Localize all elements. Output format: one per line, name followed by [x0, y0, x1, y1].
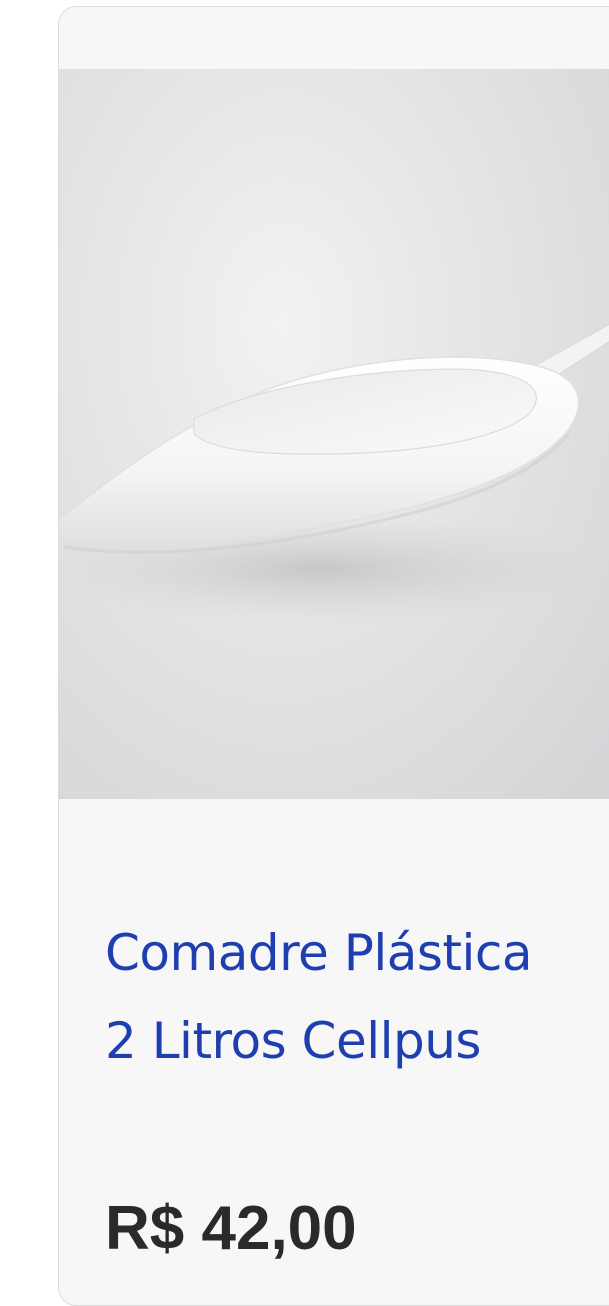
product-image[interactable] — [59, 69, 609, 799]
product-price: R$ 42,00 — [105, 1194, 357, 1263]
bedpan-illustration — [59, 323, 609, 624]
card-header-strip — [59, 7, 609, 69]
product-title[interactable]: Comadre Plástica 2 Litros Cellpus — [105, 909, 575, 1085]
product-card[interactable]: Comadre Plástica 2 Litros Cellpus R$ 42,… — [58, 6, 609, 1306]
